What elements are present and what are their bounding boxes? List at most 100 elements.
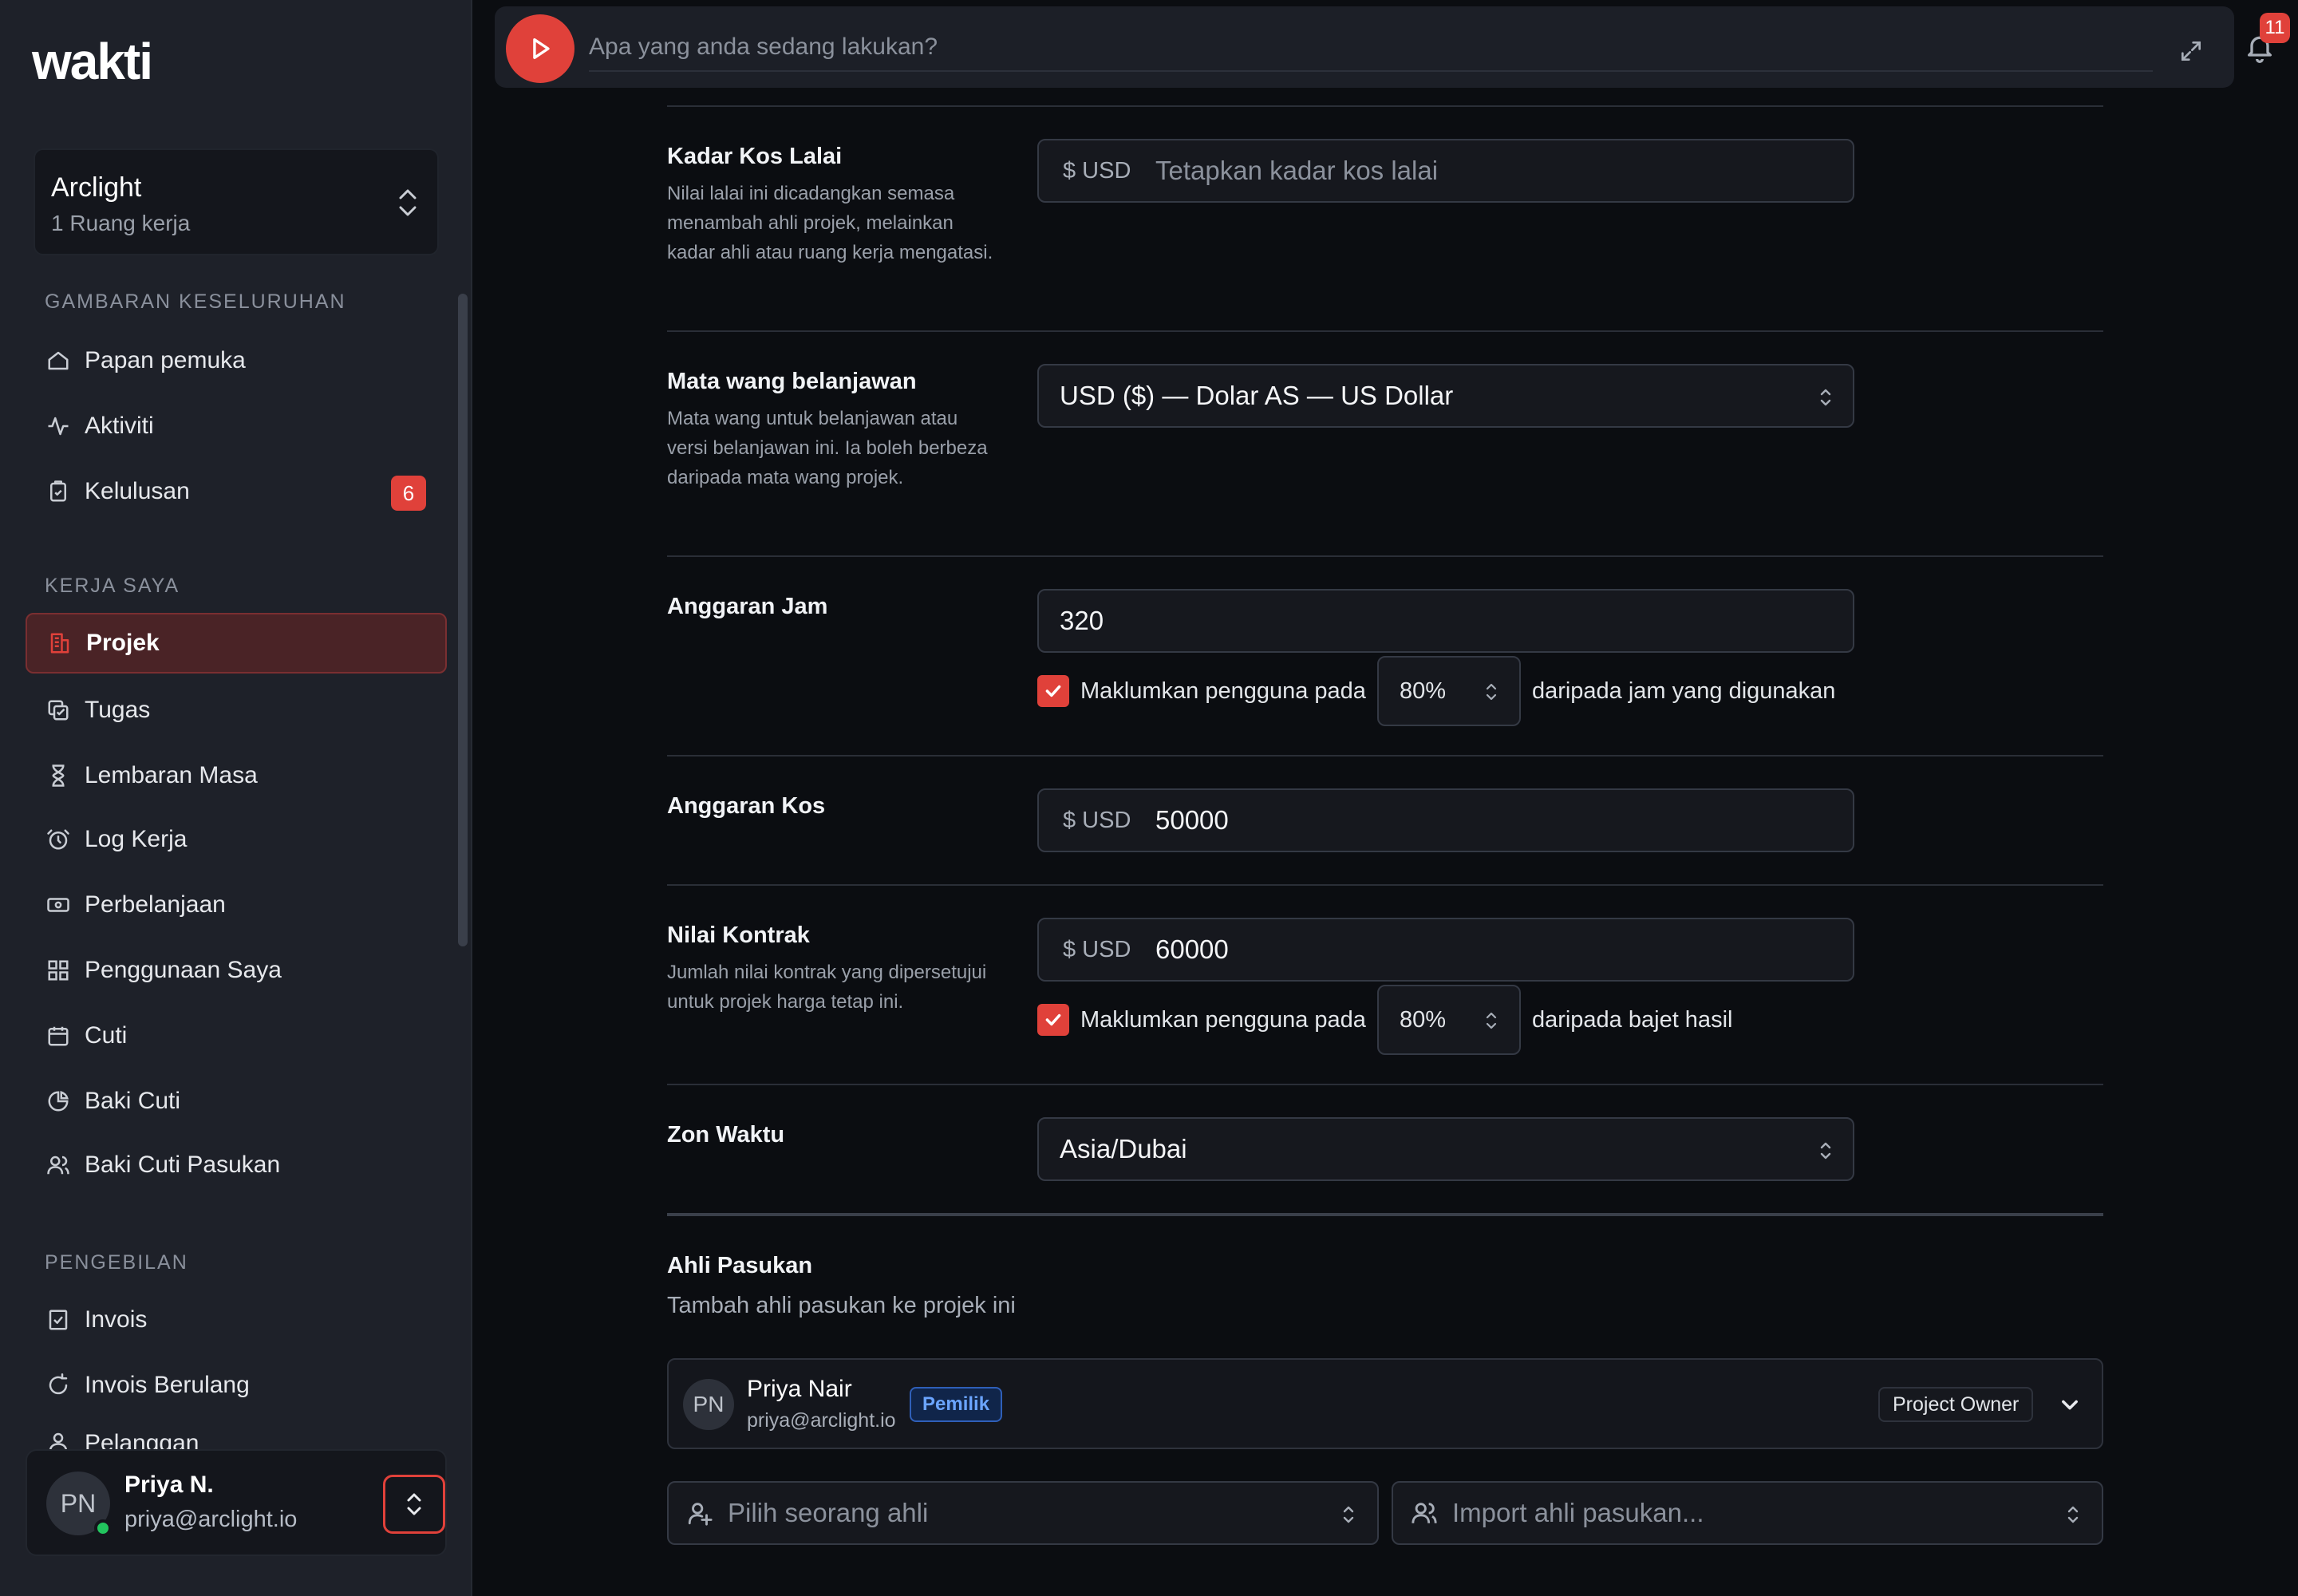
timer-description-input[interactable]	[589, 24, 2153, 72]
select-member-picker[interactable]: Pilih seorang ahli	[667, 1481, 1379, 1545]
chevron-up-down-icon	[1486, 683, 1497, 701]
user-icon	[49, 1432, 68, 1449]
users-icon	[1412, 1503, 1437, 1523]
sidebar-item-label: Perbelanjaan	[85, 891, 226, 918]
user-menu-button[interactable]	[383, 1475, 445, 1534]
default-rate-input[interactable]: $ USD Tetapkan kadar kos lalai	[1037, 139, 1854, 203]
timezone-select[interactable]: Asia/Dubai	[1037, 1117, 1854, 1181]
notification-count-badge: 11	[2260, 13, 2290, 43]
users-icon	[47, 1156, 69, 1175]
sidebar-item-label: Invois	[85, 1306, 148, 1333]
copy-check-icon	[48, 700, 69, 721]
sidebar-item-label: Pelanggan	[85, 1430, 199, 1449]
hours-notify-percent-select[interactable]: 80%	[1376, 656, 1521, 726]
section-title-overview: GAMBARAN KESELURUHAN	[45, 290, 346, 313]
import-members-placeholder: Import ahli pasukan...	[1452, 1498, 1704, 1527]
sidebar-scrollbar[interactable]	[458, 294, 468, 946]
sidebar-item-label: Baki Cuti	[85, 1088, 181, 1114]
sidebar-item-team-leave-balance[interactable]: Baki Cuti Pasukan	[26, 1135, 447, 1195]
home-icon	[48, 351, 69, 370]
section-divider	[667, 1213, 2103, 1216]
contract-value-description: Jumlah nilai kontrak yang dipersetujui u…	[667, 962, 987, 1013]
refresh-icon	[49, 1373, 68, 1395]
divider	[667, 884, 2103, 886]
sidebar-item-work-log[interactable]: Log Kerja	[26, 809, 447, 870]
online-status-dot	[94, 1519, 112, 1537]
sidebar: wakti Arclight 1 Ruang kerja GAMBARAN KE…	[0, 0, 472, 1596]
workspace-name: Arclight	[51, 172, 142, 203]
sidebar-item-label: Baki Cuti Pasukan	[85, 1152, 281, 1178]
member-name: Priya Nair	[747, 1376, 852, 1402]
divider	[667, 555, 2103, 557]
budget-currency-description: Mata wang untuk belanjawan atau versi be…	[667, 408, 988, 488]
hours-notify-prefix: Maklumkan pengguna pada	[1080, 678, 1366, 704]
contract-value-input[interactable]: $ USD 60000	[1037, 918, 1854, 982]
sidebar-item-label: Invois Berulang	[85, 1372, 250, 1398]
hours-budget-label: Anggaran Jam	[667, 594, 828, 619]
currency-prefix: $ USD	[1063, 807, 1131, 833]
sidebar-item-customers[interactable]: Pelanggan	[26, 1419, 447, 1449]
workspace-count: 1 Ruang kerja	[51, 211, 191, 235]
contract-notify-row: Maklumkan pengguna pada 80% daripada baj…	[1037, 985, 1732, 1055]
divider	[667, 1084, 2103, 1085]
invoice-check-icon	[49, 1310, 68, 1330]
divider	[667, 330, 2103, 332]
avatar: PN	[683, 1379, 734, 1430]
pie-chart-icon	[48, 1091, 69, 1112]
team-section-subtitle: Tambah ahli pasukan ke projek ini	[667, 1293, 1016, 1318]
app-logo[interactable]: wakti	[32, 32, 153, 91]
cost-budget-label: Anggaran Kos	[667, 793, 826, 819]
workspace-switcher[interactable]: Arclight 1 Ruang kerja	[34, 148, 439, 255]
sidebar-item-label: Lembaran Masa	[85, 762, 258, 788]
clipboard-check-icon	[50, 480, 66, 502]
contract-notify-checkbox[interactable]	[1037, 1004, 1069, 1036]
user-profile-card[interactable]: PN Priya N. priya@arclight.io	[26, 1449, 447, 1556]
user-plus-icon	[688, 1503, 713, 1526]
sidebar-item-my-usage[interactable]: Penggunaan Saya	[26, 940, 447, 1001]
import-members-picker[interactable]: Import ahli pasukan...	[1392, 1481, 2103, 1545]
grid-icon	[48, 960, 69, 981]
default-rate-description: Nilai lalai ini dicadangkan semasa menam…	[667, 183, 993, 263]
contract-value-value: 60000	[1155, 934, 1229, 964]
sidebar-item-projects[interactable]: Projek	[26, 613, 447, 674]
sidebar-item-tasks[interactable]: Tugas	[26, 680, 447, 741]
expand-icon[interactable]	[2178, 38, 2204, 64]
chevron-down-icon[interactable]	[2059, 1393, 2081, 1416]
sidebar-item-leave[interactable]: Cuti	[26, 1005, 447, 1066]
team-member-row[interactable]: PN Priya Nair priya@arclight.io Pemilik …	[667, 1358, 2103, 1449]
sidebar-item-label: Log Kerja	[85, 826, 188, 852]
budget-currency-select[interactable]: USD ($) — Dolar AS — US Dollar	[1037, 364, 1854, 428]
hours-budget-input[interactable]: 320	[1037, 589, 1854, 653]
sidebar-item-approvals[interactable]: Kelulusan 6	[26, 461, 447, 522]
hours-budget-value: 320	[1060, 606, 1104, 635]
check-icon	[1045, 685, 1061, 697]
contract-notify-percent-value: 80%	[1399, 1006, 1446, 1033]
sidebar-item-activity[interactable]: Aktiviti	[26, 396, 447, 456]
contract-value-label: Nilai Kontrak	[667, 922, 810, 948]
sidebar-item-expenses[interactable]: Perbelanjaan	[26, 875, 447, 935]
sidebar-item-timesheets[interactable]: Lembaran Masa	[26, 745, 447, 806]
sidebar-item-label: Penggunaan Saya	[85, 957, 282, 983]
contract-notify-percent-select[interactable]: 80%	[1376, 985, 1521, 1055]
contract-notify-prefix: Maklumkan pengguna pada	[1080, 1006, 1366, 1033]
sidebar-item-recurring-invoices[interactable]: Invois Berulang	[26, 1355, 447, 1416]
chevron-up-down-icon	[399, 189, 417, 216]
member-role-badge: Project Owner	[1878, 1387, 2034, 1422]
sidebar-item-label: Cuti	[85, 1022, 128, 1049]
hours-notify-row: Maklumkan pengguna pada 80% daripada jam…	[1037, 656, 1835, 726]
sidebar-item-leave-balance[interactable]: Baki Cuti	[26, 1071, 447, 1132]
hours-notify-checkbox[interactable]	[1037, 675, 1069, 707]
section-title-my-work: KERJA SAYA	[45, 575, 180, 597]
sidebar-item-label: Kelulusan	[85, 478, 190, 504]
start-timer-button[interactable]	[506, 14, 574, 83]
divider	[667, 105, 2103, 107]
cost-budget-input[interactable]: $ USD 50000	[1037, 788, 1854, 852]
chevron-up-down-icon	[1486, 1012, 1497, 1029]
sidebar-item-invoices[interactable]: Invois	[26, 1290, 447, 1350]
divider	[667, 755, 2103, 757]
calendar-icon	[48, 1026, 69, 1046]
user-name: Priya N.	[124, 1472, 214, 1498]
check-icon	[1045, 1013, 1061, 1026]
sidebar-item-dashboard[interactable]: Papan pemuka	[26, 330, 447, 391]
user-email: priya@arclight.io	[124, 1507, 298, 1532]
